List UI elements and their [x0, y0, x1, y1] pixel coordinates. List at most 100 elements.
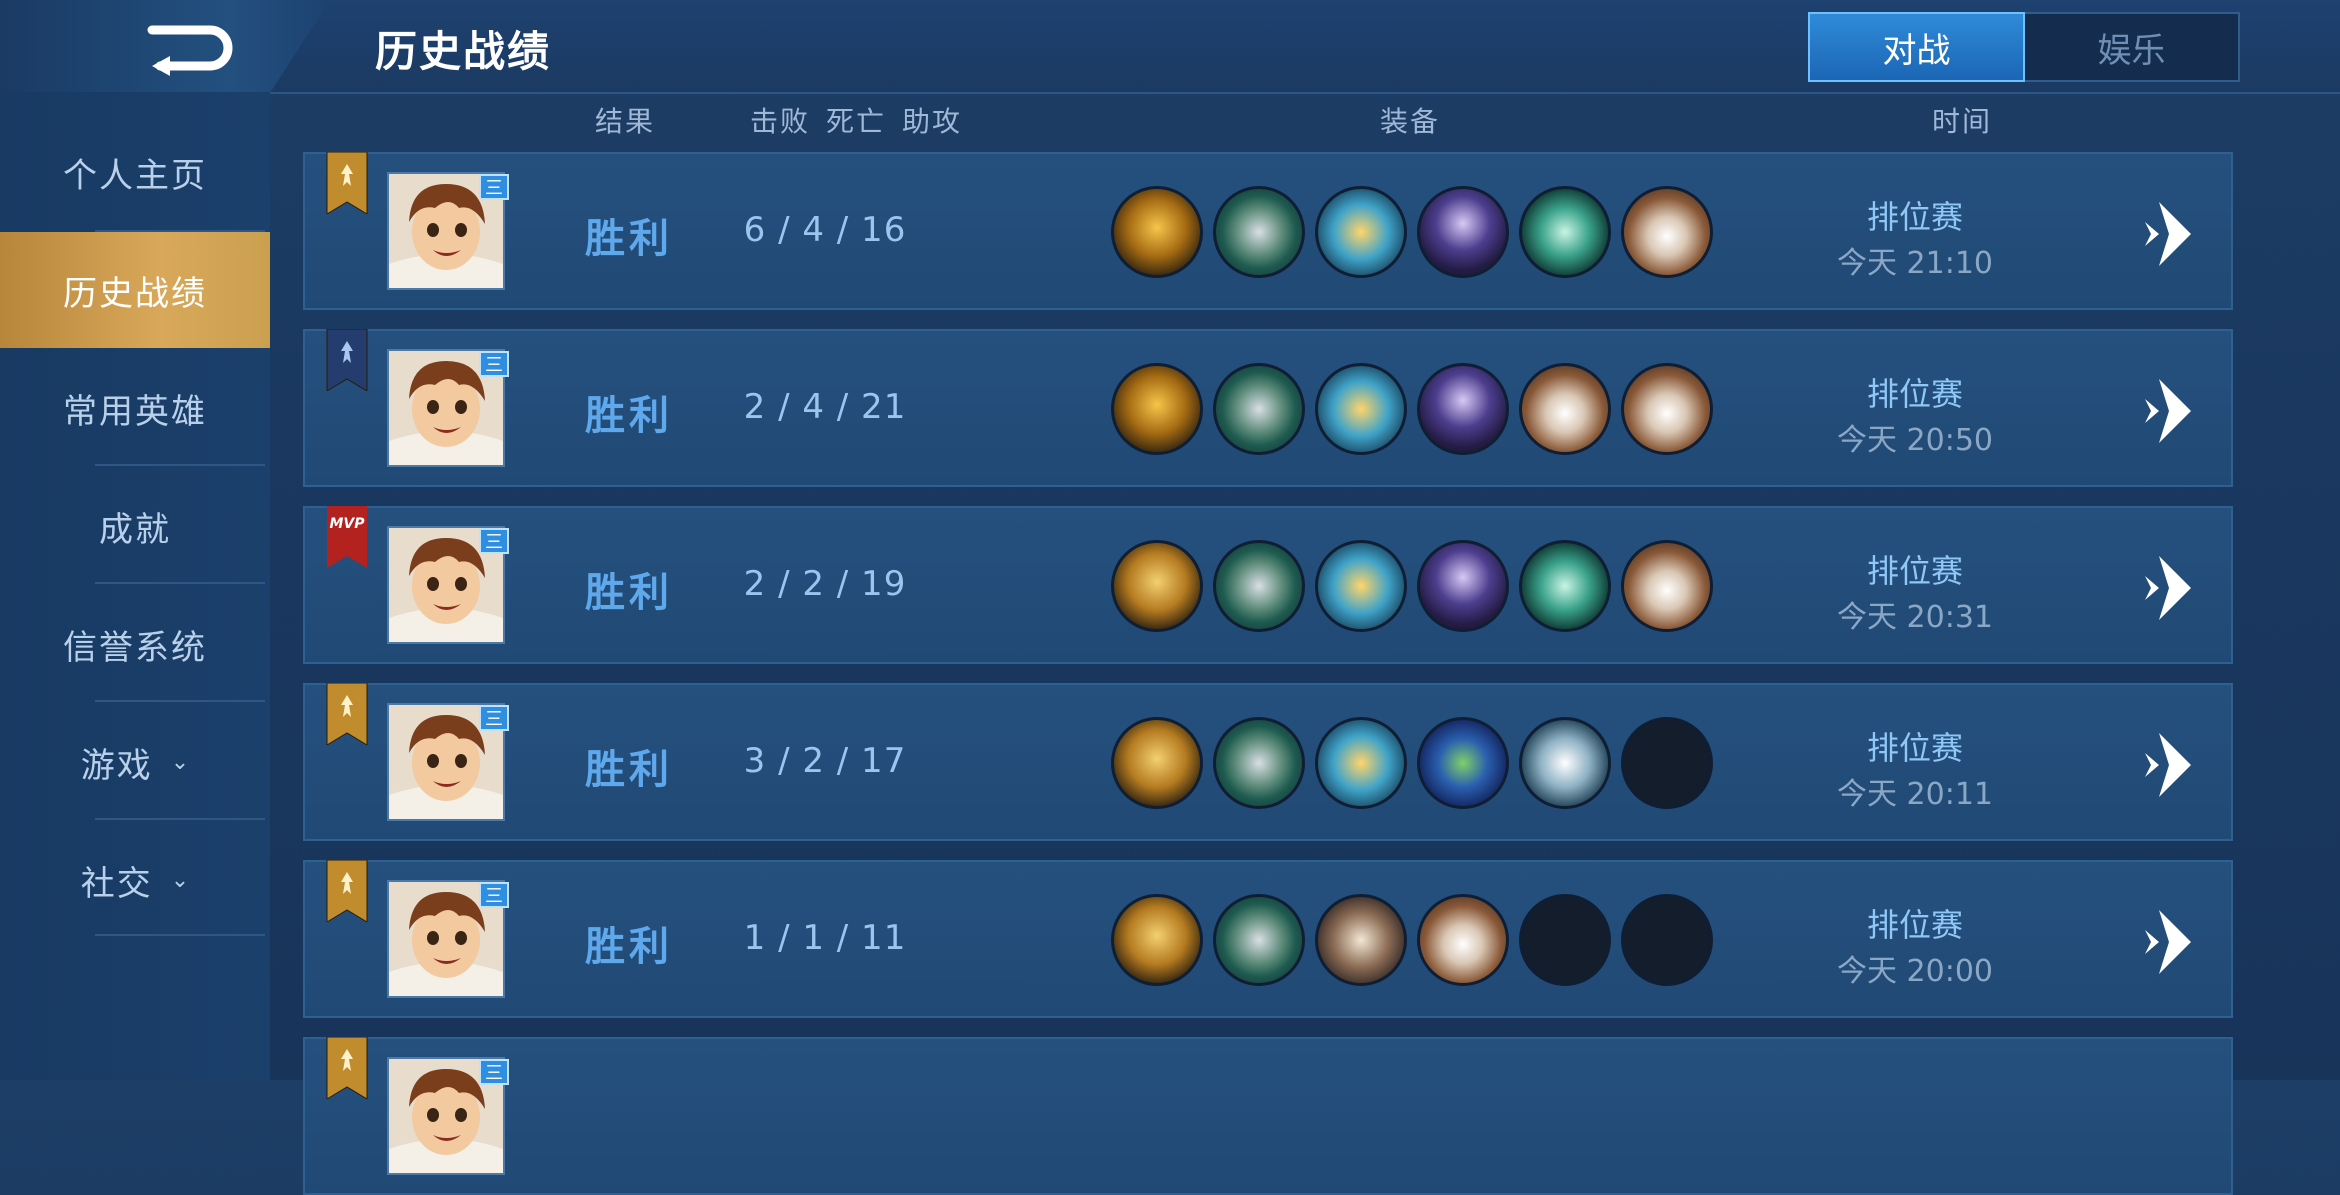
equipment-icon [1417, 540, 1509, 632]
page-title: 历史战绩 [375, 27, 552, 76]
equipment-list [1111, 717, 1713, 809]
equipment-icon [1417, 363, 1509, 455]
match-time: 今天 20:50 [1837, 423, 1993, 458]
equipment-list [1111, 363, 1713, 455]
equipment-icon [1621, 363, 1713, 455]
sidebar-item-label: 个人主页 [63, 155, 207, 196]
sidebar-item-credit[interactable]: 信誉系统 [0, 586, 270, 702]
match-row[interactable]: 三胜利 6 / 4 / 16 排位赛 今天 21:10 [303, 152, 2233, 310]
sidebar-item-label: 社交 [80, 863, 153, 904]
column-header-kills: 击败 [750, 105, 811, 138]
equipment-icon [1315, 363, 1407, 455]
match-row[interactable]: 三胜利 2 / 4 / 21 排位赛 今天 20:50 [303, 329, 2233, 487]
match-row[interactable]: 三胜利 3 / 2 / 17 排位赛 今天 20:11 [303, 683, 2233, 841]
sidebar-item-label: 历史战绩 [63, 273, 207, 314]
rank-badge-icon [326, 152, 368, 214]
equipment-icon [1111, 186, 1203, 278]
match-time: 今天 20:00 [1837, 954, 1993, 989]
match-result: 胜利 [585, 393, 673, 439]
column-header-assists: 助攻 [902, 105, 963, 138]
sidebar-item-profile[interactable]: 个人主页 [0, 114, 270, 230]
sidebar-item-label: 成就 [99, 509, 171, 550]
equipment-list [1111, 540, 1713, 632]
rank-badge-icon [326, 860, 368, 922]
chevron-down-icon: ⌄ [170, 749, 190, 775]
equipment-icon [1111, 363, 1203, 455]
sidebar-item-social[interactable]: 社交 ⌄ [0, 822, 270, 938]
chevron-down-icon: ⌄ [170, 867, 190, 893]
column-header-time: 时间 [1932, 105, 1993, 138]
equipment-icon [1315, 186, 1407, 278]
equipment-icon [1213, 894, 1305, 986]
match-mode: 排位赛 [1866, 729, 1963, 767]
match-time: 今天 20:11 [1837, 777, 1993, 812]
sidebar-item-history[interactable]: 历史战绩 [0, 232, 270, 348]
sidebar-item-heroes[interactable]: 常用英雄 [0, 350, 270, 466]
match-mode: 排位赛 [1866, 552, 1963, 590]
match-row[interactable]: 三胜利 1 / 1 / 11 排位赛今天 20:00 [303, 860, 2233, 1018]
empty-slot-icon [1621, 717, 1713, 809]
chevron-right-icon[interactable] [2141, 196, 2201, 272]
divider [95, 818, 265, 820]
rank-badge-icon [326, 683, 368, 745]
equipment-icon [1519, 717, 1611, 809]
sidebar: 个人主页 历史战绩 常用英雄 成就 信誉系统 游戏 ⌄ 社交 ⌄ [0, 92, 270, 1080]
rank-badge-icon [326, 329, 368, 391]
equipment-icon [1417, 894, 1509, 986]
chevron-right-icon[interactable] [2141, 727, 2201, 803]
equipment-icon [1315, 540, 1407, 632]
equipment-icon [1111, 717, 1203, 809]
equipment-icon [1621, 540, 1713, 632]
rank-badge-icon [326, 1037, 368, 1099]
hero-tag: 三 [479, 528, 509, 554]
chevron-right-icon[interactable] [2141, 373, 2201, 449]
column-header-equipment: 装备 [1380, 105, 1441, 138]
back-arrow-icon[interactable] [140, 20, 240, 76]
kda-stats: 2 / 4 / 21 [743, 387, 907, 427]
tab-battle[interactable]: 对战 [1808, 12, 2025, 82]
divider [95, 464, 265, 466]
empty-slot-icon [1519, 894, 1611, 986]
mvp-label: MVP [329, 516, 365, 532]
equipment-icon [1111, 894, 1203, 986]
match-result: 胜利 [585, 570, 673, 616]
chevron-right-icon[interactable] [2141, 904, 2201, 980]
match-result: 胜利 [585, 216, 673, 262]
equipment-icon [1519, 540, 1611, 632]
equipment-icon [1417, 186, 1509, 278]
match-mode: 排位赛 [1866, 906, 1963, 944]
chevron-right-icon[interactable] [2141, 550, 2201, 626]
kda-stats: 6 / 4 / 16 [743, 210, 907, 250]
sidebar-item-label: 信誉系统 [63, 627, 207, 668]
top-bar: 历史战绩 对战 娱乐 [0, 0, 2340, 94]
equipment-icon [1315, 717, 1407, 809]
match-result: 胜利 [585, 747, 673, 793]
equipment-icon [1213, 540, 1305, 632]
empty-slot-icon [1621, 894, 1713, 986]
sidebar-item-game[interactable]: 游戏 ⌄ [0, 704, 270, 820]
match-row[interactable]: MVP 三胜利 2 / 2 / 19 排位赛今天 20:31 [303, 506, 2233, 664]
match-row[interactable]: 三 [303, 1037, 2233, 1195]
match-mode: 排位赛 [1866, 198, 1963, 236]
column-header-result: 结果 [595, 105, 656, 138]
sidebar-item-label: 游戏 [80, 745, 153, 786]
divider [95, 934, 265, 936]
kda-stats: 1 / 1 / 11 [743, 918, 907, 958]
sidebar-item-achievements[interactable]: 成就 [0, 468, 270, 584]
back-button[interactable] [0, 0, 330, 92]
kda-stats: 2 / 2 / 19 [743, 564, 907, 604]
match-time: 今天 21:10 [1837, 246, 1993, 281]
equipment-icon [1519, 186, 1611, 278]
match-mode: 排位赛 [1866, 375, 1963, 413]
mvp-badge-icon: MVP [327, 506, 367, 568]
equipment-list [1111, 186, 1713, 278]
hero-tag: 三 [479, 882, 509, 908]
match-time: 今天 20:31 [1837, 600, 1993, 635]
equipment-list [1111, 894, 1713, 986]
tab-entertainment[interactable]: 娱乐 [2025, 14, 2238, 80]
equipment-icon [1213, 363, 1305, 455]
divider [95, 700, 265, 702]
mode-tabs: 对战 娱乐 [1808, 12, 2240, 82]
hero-tag: 三 [479, 705, 509, 731]
match-result: 胜利 [585, 924, 673, 970]
